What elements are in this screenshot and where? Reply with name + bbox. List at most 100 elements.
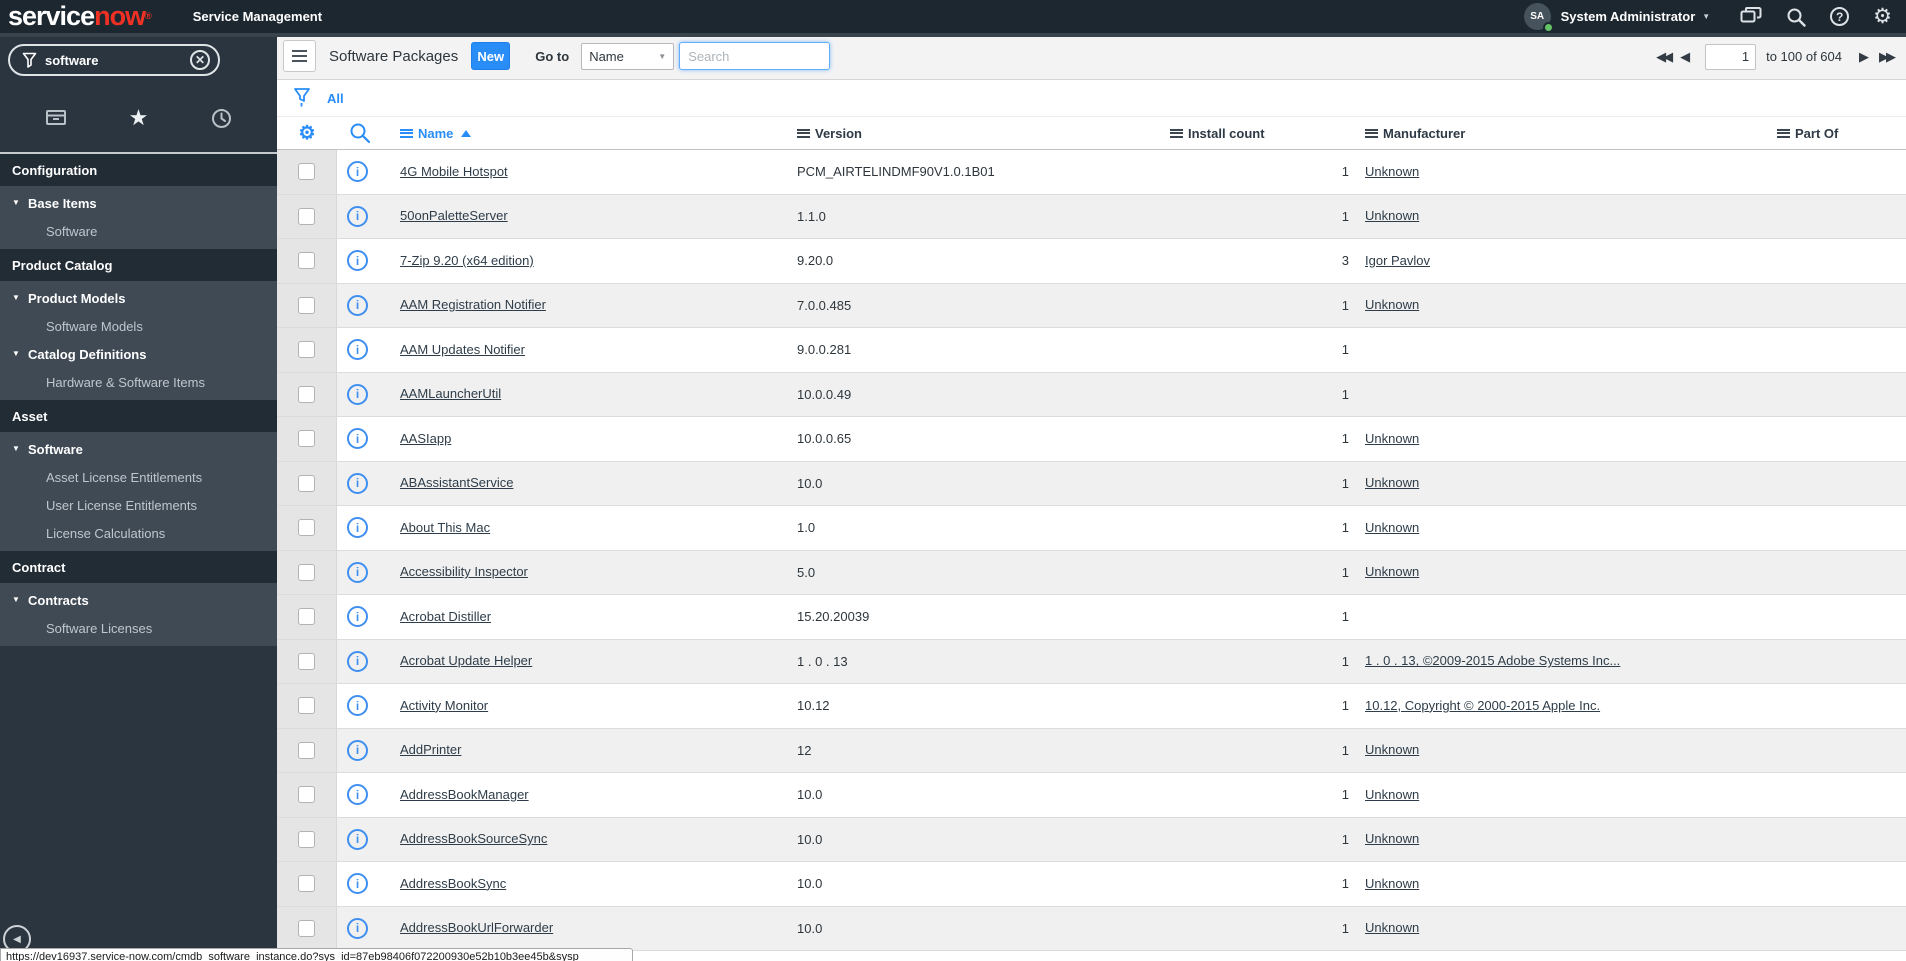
- row-checkbox[interactable]: [298, 875, 315, 893]
- row-checkbox[interactable]: [298, 163, 315, 181]
- info-icon[interactable]: i: [347, 339, 368, 361]
- software-name-link[interactable]: AddPrinter: [400, 742, 461, 757]
- row-checkbox[interactable]: [298, 652, 315, 670]
- navigator-filter-box[interactable]: software ✕: [8, 44, 220, 76]
- info-icon[interactable]: i: [347, 695, 368, 717]
- manufacturer-link[interactable]: Unknown: [1365, 520, 1419, 535]
- column-header-version[interactable]: Version: [797, 126, 1167, 141]
- goto-field-select[interactable]: Name ▼: [581, 42, 675, 70]
- row-checkbox[interactable]: [298, 296, 315, 314]
- column-header-manufacturer[interactable]: Manufacturer: [1357, 126, 1774, 141]
- manufacturer-link[interactable]: Unknown: [1365, 920, 1419, 935]
- software-name-link[interactable]: AAMLauncherUtil: [400, 386, 501, 401]
- row-checkbox[interactable]: [298, 697, 315, 715]
- manufacturer-link[interactable]: 1 . 0 . 13, ©2009-2015 Adobe Systems Inc…: [1365, 653, 1620, 668]
- sidebar-item-license-calculations[interactable]: License Calculations: [0, 519, 277, 547]
- info-icon[interactable]: i: [347, 650, 368, 672]
- info-icon[interactable]: i: [347, 873, 368, 895]
- manufacturer-link[interactable]: Unknown: [1365, 475, 1419, 490]
- info-icon[interactable]: i: [347, 383, 368, 405]
- info-icon[interactable]: i: [347, 205, 368, 227]
- manufacturer-link[interactable]: Igor Pavlov: [1365, 253, 1430, 268]
- column-header-part-of[interactable]: Part Of: [1774, 126, 1906, 141]
- nav-group-catalog-definitions[interactable]: ▼ Catalog Definitions: [0, 340, 277, 368]
- tab-history[interactable]: [202, 98, 242, 138]
- nav-group-contracts[interactable]: ▼ Contracts: [0, 586, 277, 614]
- global-search-icon[interactable]: [1786, 7, 1806, 27]
- new-button[interactable]: New: [471, 42, 511, 70]
- manufacturer-link[interactable]: Unknown: [1365, 208, 1419, 223]
- column-header-name[interactable]: Name: [400, 126, 797, 141]
- manufacturer-link[interactable]: Unknown: [1365, 831, 1419, 846]
- user-menu[interactable]: System Administrator: [1561, 9, 1696, 24]
- info-icon[interactable]: i: [347, 294, 368, 316]
- column-header-install-count[interactable]: Install count: [1167, 126, 1357, 141]
- software-name-link[interactable]: AddressBookSync: [400, 876, 506, 891]
- info-icon[interactable]: i: [347, 161, 368, 183]
- info-icon[interactable]: i: [347, 250, 368, 272]
- navigator-filter-value[interactable]: software: [45, 53, 190, 68]
- sidebar-item-software-models[interactable]: Software Models: [0, 312, 277, 340]
- row-checkbox[interactable]: [298, 385, 315, 403]
- software-name-link[interactable]: AddressBookSourceSync: [400, 831, 547, 846]
- info-icon[interactable]: i: [347, 917, 368, 939]
- tab-favorites[interactable]: ★: [119, 98, 159, 138]
- conversations-icon[interactable]: [1740, 7, 1762, 26]
- software-name-link[interactable]: AddressBookManager: [400, 787, 529, 802]
- settings-gear-icon[interactable]: ⚙: [1873, 6, 1892, 27]
- goto-search-input[interactable]: [679, 42, 831, 70]
- software-name-link[interactable]: AAM Updates Notifier: [400, 342, 525, 357]
- software-name-link[interactable]: AddressBookUrlForwarder: [400, 920, 553, 935]
- manufacturer-link[interactable]: Unknown: [1365, 564, 1419, 579]
- row-checkbox[interactable]: [298, 519, 315, 537]
- column-search-icon[interactable]: [337, 122, 400, 144]
- nav-group-software[interactable]: ▼ Software: [0, 435, 277, 463]
- info-icon[interactable]: i: [347, 739, 368, 761]
- row-checkbox[interactable]: [298, 207, 315, 225]
- sidebar-item-user-license-entitlements[interactable]: User License Entitlements: [0, 491, 277, 519]
- row-checkbox[interactable]: [298, 830, 315, 848]
- row-checkbox[interactable]: [298, 430, 315, 448]
- manufacturer-link[interactable]: Unknown: [1365, 297, 1419, 312]
- row-checkbox[interactable]: [298, 341, 315, 359]
- manufacturer-link[interactable]: 10.12, Copyright © 2000-2015 Apple Inc.: [1365, 698, 1600, 713]
- breadcrumb-funnel-icon[interactable]: [293, 87, 311, 109]
- manufacturer-link[interactable]: Unknown: [1365, 787, 1419, 802]
- tab-all-applications[interactable]: [36, 98, 76, 138]
- nav-group-base-items[interactable]: ▼ Base Items: [0, 189, 277, 217]
- info-icon[interactable]: i: [347, 828, 368, 850]
- row-checkbox[interactable]: [298, 563, 315, 581]
- manufacturer-link[interactable]: Unknown: [1365, 431, 1419, 446]
- user-avatar[interactable]: SA: [1523, 3, 1554, 33]
- sidebar-item-software[interactable]: Software: [0, 217, 277, 245]
- sidebar-item-software-licenses[interactable]: Software Licenses: [0, 614, 277, 642]
- row-checkbox[interactable]: [298, 608, 315, 626]
- manufacturer-link[interactable]: Unknown: [1365, 876, 1419, 891]
- software-name-link[interactable]: Accessibility Inspector: [400, 564, 528, 579]
- help-icon[interactable]: ?: [1830, 7, 1850, 26]
- software-name-link[interactable]: Activity Monitor: [400, 698, 488, 713]
- software-name-link[interactable]: About This Mac: [400, 520, 490, 535]
- personalize-list-gear-icon[interactable]: ⚙: [277, 122, 337, 145]
- list-context-menu-button[interactable]: [283, 40, 316, 72]
- info-icon[interactable]: i: [347, 606, 368, 628]
- manufacturer-link[interactable]: Unknown: [1365, 164, 1419, 179]
- software-name-link[interactable]: 50onPaletteServer: [400, 208, 508, 223]
- software-name-link[interactable]: AASIapp: [400, 431, 451, 446]
- info-icon[interactable]: i: [347, 517, 368, 539]
- row-checkbox[interactable]: [298, 741, 315, 759]
- clear-filter-icon[interactable]: ✕: [190, 50, 210, 70]
- row-checkbox[interactable]: [298, 252, 315, 270]
- next-page-button[interactable]: ▶: [1854, 49, 1874, 65]
- software-name-link[interactable]: Acrobat Distiller: [400, 609, 491, 624]
- first-page-button[interactable]: ◀◀: [1651, 49, 1675, 65]
- info-icon[interactable]: i: [347, 561, 368, 583]
- row-checkbox[interactable]: [298, 786, 315, 804]
- sidebar-item-asset-license-entitlements[interactable]: Asset License Entitlements: [0, 463, 277, 491]
- software-name-link[interactable]: 7-Zip 9.20 (x64 edition): [400, 253, 534, 268]
- sidebar-item-hardware-software-items[interactable]: Hardware & Software Items: [0, 368, 277, 396]
- software-name-link[interactable]: 4G Mobile Hotspot: [400, 164, 508, 179]
- info-icon[interactable]: i: [347, 428, 368, 450]
- info-icon[interactable]: i: [347, 472, 368, 494]
- info-icon[interactable]: i: [347, 784, 368, 806]
